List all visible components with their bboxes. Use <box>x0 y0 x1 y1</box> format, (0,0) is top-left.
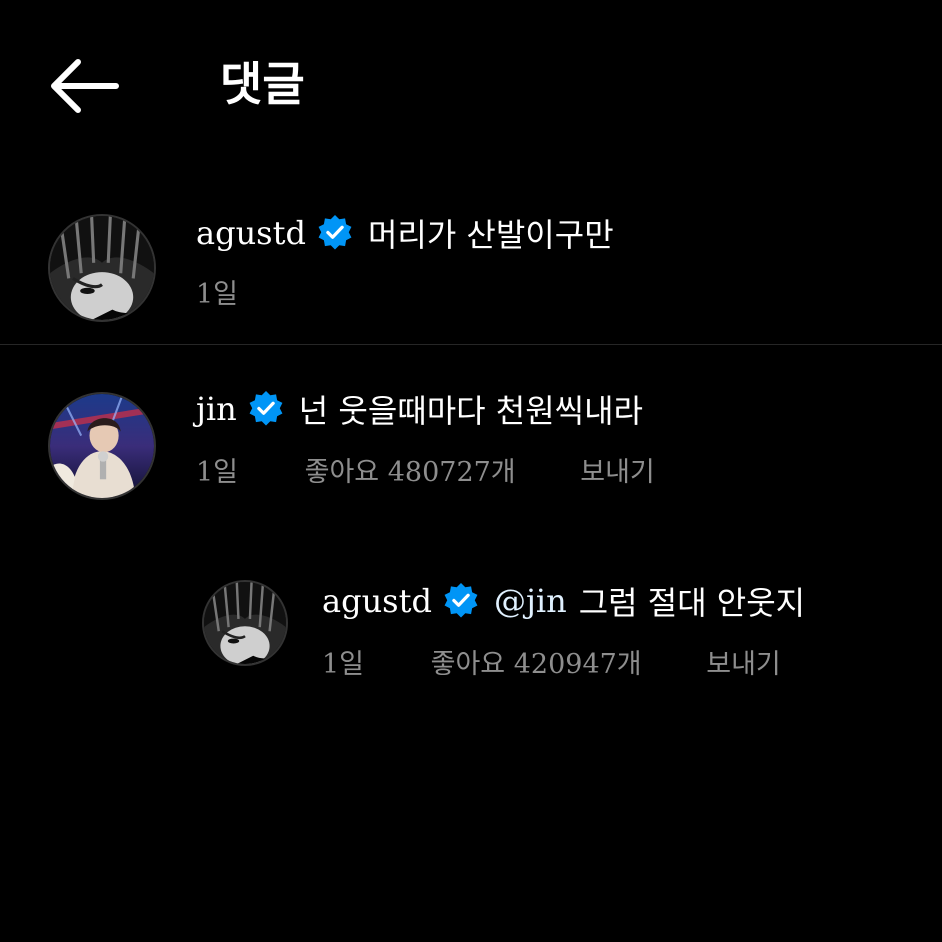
arrow-left-icon <box>51 59 119 113</box>
timestamp: 1일 <box>196 279 239 310</box>
likes-count[interactable]: 좋아요 420947개 <box>431 642 642 681</box>
avatar-agustd[interactable] <box>202 580 288 666</box>
verified-badge-icon <box>316 214 354 252</box>
username[interactable]: agustd <box>196 214 306 252</box>
verified-badge-icon <box>247 390 285 428</box>
comment-text: 머리가 산발이구만 <box>367 216 614 254</box>
comment-text: 그럼 절대 안웃지 <box>578 584 806 622</box>
timestamp: 1일 <box>322 649 365 680</box>
avatar-jin[interactable] <box>48 392 156 500</box>
verified-badge-icon <box>442 582 480 620</box>
reply-line: agustd @jin 그럼 절대 안웃지 <box>322 578 805 624</box>
comment-meta: 1일 <box>196 272 238 311</box>
page-title: 댓글 <box>220 57 305 111</box>
username[interactable]: jin <box>196 390 237 428</box>
comment-line: jin 넌 웃을때마다 천원씩내라 <box>196 386 643 432</box>
avatar-agustd[interactable] <box>48 214 156 322</box>
comment-meta: 1일 좋아요 480727개 보내기 <box>196 450 655 489</box>
divider <box>0 344 942 345</box>
back-button[interactable] <box>48 56 120 116</box>
username[interactable]: agustd <box>322 582 432 620</box>
likes-count[interactable]: 좋아요 480727개 <box>305 450 516 489</box>
mention-link[interactable]: @jin <box>494 582 567 620</box>
caption-line: agustd 머리가 산발이구만 <box>196 210 614 256</box>
comment-meta: 1일 좋아요 420947개 보내기 <box>322 642 781 681</box>
reply-button[interactable]: 보내기 <box>706 642 781 681</box>
timestamp: 1일 <box>196 457 239 488</box>
header-bar: 댓글 <box>0 0 942 170</box>
reply-button[interactable]: 보내기 <box>580 450 655 489</box>
comment-text: 넌 웃을때마다 천원씩내라 <box>298 392 643 430</box>
